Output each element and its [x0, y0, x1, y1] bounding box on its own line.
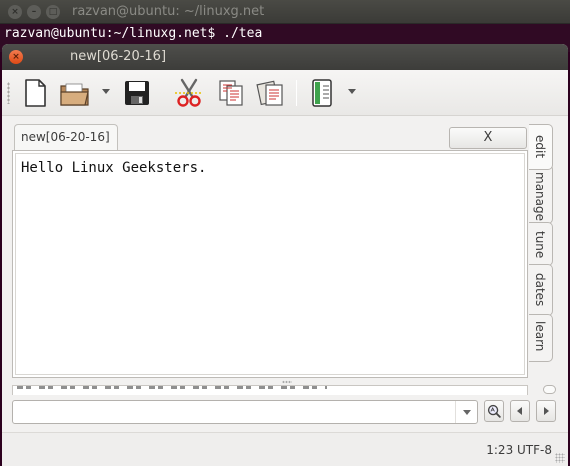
open-recent-dropdown-icon[interactable]	[102, 89, 110, 94]
log-scrollbar[interactable]	[543, 385, 556, 394]
find-button[interactable]	[484, 400, 504, 422]
tab-edit-label: edit	[533, 135, 547, 159]
fif-input[interactable]	[17, 404, 447, 420]
open-file-icon[interactable]	[58, 76, 92, 110]
window-close-icon[interactable]: ×	[9, 50, 23, 64]
status-position-encoding: 1:23 UTF-8	[486, 443, 552, 457]
toolbar-separator	[296, 80, 297, 106]
cut-icon[interactable]	[172, 76, 206, 110]
terminal-minimize-icon[interactable]: –	[27, 5, 41, 19]
arrow-left-icon	[517, 407, 522, 415]
terminal-title: razvan@ubuntu: ~/linuxg.net	[72, 4, 265, 19]
editor-textarea[interactable]: Hello Linux Geeksters.	[15, 153, 525, 375]
bookmarks-icon[interactable]	[305, 76, 339, 110]
find-next-button[interactable]	[536, 400, 556, 422]
tab-dates[interactable]: dates	[529, 264, 553, 316]
main-toolbar	[2, 70, 568, 116]
tab-tune[interactable]: tune	[529, 222, 553, 266]
status-bar: 1:23 UTF-8	[2, 432, 568, 466]
tab-learn-label: learn	[533, 321, 547, 352]
find-previous-button[interactable]	[510, 400, 530, 422]
save-icon[interactable]	[120, 76, 154, 110]
resize-grip-icon[interactable]	[555, 453, 565, 463]
bookmarks-dropdown-icon[interactable]	[348, 89, 356, 94]
tab-dates-label: dates	[533, 273, 547, 307]
toolbar-grip-icon[interactable]	[7, 82, 10, 104]
terminal-titlebar: × – □ razvan@ubuntu: ~/linuxg.net	[0, 0, 570, 24]
tab-document[interactable]: new[06-20-16]	[14, 124, 118, 151]
panel-splitter[interactable]	[12, 380, 528, 384]
copy-icon[interactable]	[214, 76, 248, 110]
log-text-clipped	[17, 386, 327, 389]
tea-window: × new[06-20-16] new[06-20-16] X Hello Li…	[2, 44, 568, 466]
terminal-maximize-icon[interactable]: □	[46, 5, 60, 19]
fif-combobox[interactable]	[12, 400, 478, 424]
fif-dropdown-icon[interactable]	[455, 401, 477, 423]
editor-content: Hello Linux Geeksters.	[21, 160, 207, 176]
tab-manage-label: manage	[533, 172, 547, 222]
document-frame: Hello Linux Geeksters.	[12, 150, 528, 378]
paste-icon[interactable]	[254, 76, 288, 110]
terminal-close-icon[interactable]: ×	[8, 5, 22, 19]
log-area[interactable]	[12, 385, 528, 395]
arrow-right-icon	[544, 407, 549, 415]
find-icon	[487, 404, 501, 418]
window-title: new[06-20-16]	[70, 49, 167, 64]
splitter-grip-icon	[282, 380, 292, 384]
tab-tune-label: tune	[533, 231, 547, 259]
close-document-button[interactable]: X	[449, 127, 527, 149]
tab-edit[interactable]: edit	[529, 124, 553, 170]
tab-manage[interactable]: manage	[529, 164, 553, 224]
tab-learn[interactable]: learn	[529, 314, 553, 362]
window-titlebar: × new[06-20-16]	[2, 44, 568, 70]
new-file-icon[interactable]	[18, 76, 52, 110]
terminal-prompt-line: razvan@ubuntu:~/linuxg.net$ ./tea	[4, 26, 263, 41]
